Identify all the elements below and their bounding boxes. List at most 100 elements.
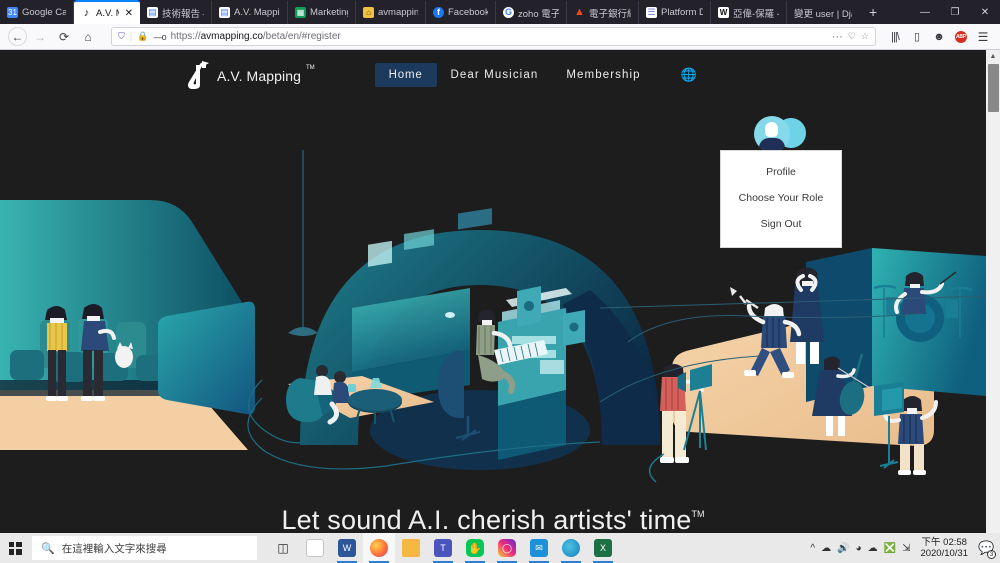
nav-item-membership[interactable]: Membership	[552, 63, 654, 87]
taskbar-app-excel[interactable]: X	[587, 533, 619, 563]
sidebar-icon[interactable]: ▯	[906, 27, 928, 47]
nav-item-dear-musician[interactable]: Dear Musician	[437, 63, 553, 87]
maximize-button[interactable]: ❐	[940, 0, 970, 24]
file-explorer-icon	[402, 539, 420, 557]
browser-toolbar-right: |||\ ▯ ☻ ABP ☰	[884, 27, 994, 47]
tab-title: A.V. Map	[96, 7, 119, 19]
close-button[interactable]: ✕	[970, 0, 1000, 24]
new-tab-button[interactable]: +	[859, 1, 887, 24]
user-avatar[interactable]	[754, 116, 810, 152]
scrollbar-thumb[interactable]	[988, 64, 999, 112]
taskbar-app-word[interactable]: W	[331, 533, 363, 563]
speaker-icon[interactable]: 🔊	[837, 543, 849, 554]
permissions-icon[interactable]: —o	[154, 32, 167, 42]
minimize-button[interactable]: —	[910, 0, 940, 24]
triangle-icon: ▲	[574, 7, 585, 18]
lock-icon[interactable]: 🔒	[137, 31, 148, 42]
reload-icon: ⟳	[58, 29, 70, 44]
browser-tab[interactable]: G zoho 電子郵	[496, 1, 567, 24]
browser-tab[interactable]: ▤ A.V. Mappin	[212, 1, 288, 24]
taskbar-app-mail[interactable]: ✉	[523, 533, 555, 563]
taskbar-clock[interactable]: 下午 02:58 2020/10/31	[916, 537, 972, 560]
doc-icon: ▤	[147, 7, 158, 18]
search-placeholder: 在這裡輸入文字來搜尋	[61, 542, 167, 555]
taskbar-app-file-explorer[interactable]	[395, 533, 427, 563]
taskbar-app-firefox[interactable]	[363, 533, 395, 563]
menu-item-sign-out[interactable]: Sign Out	[721, 211, 841, 237]
teams-icon: T	[434, 539, 452, 557]
tab-title: 亞偉-保羅 -	[733, 8, 779, 20]
shield-icon[interactable]: ⛉	[118, 31, 125, 42]
back-button[interactable]: ←	[8, 27, 27, 46]
browser-tab[interactable]: ☰ Platform De	[639, 1, 711, 24]
hero-illustration	[0, 50, 986, 533]
clock-time: 下午 02:58	[921, 536, 967, 548]
user-menu-dropdown: Profile Choose Your Role Sign Out	[720, 150, 842, 248]
menu-item-profile[interactable]: Profile	[721, 159, 841, 185]
hero-tagline: Let sound A.I. cherish artists' timeTM	[0, 505, 986, 533]
task-view-button[interactable]: ◫	[267, 533, 299, 563]
start-button[interactable]	[0, 533, 30, 563]
site-logo[interactable]: A.V. Mapping TM	[186, 59, 315, 91]
browser-tab[interactable]: ▦ Marketing T	[288, 1, 356, 24]
app-menu-button[interactable]: ☰	[972, 27, 994, 47]
clock-date: 2020/10/31	[920, 548, 968, 559]
line-icon: ✋	[466, 539, 484, 557]
tab-title: A.V. Mappin	[234, 7, 280, 18]
system-tray: ^ ☁ 🔊 ◕ ☁ ❎ ⇲ 下午 02:58 2020/10/31 💬 3	[810, 537, 1000, 560]
onedrive-icon[interactable]: ☁	[821, 543, 831, 554]
tab-title: 技術報告 – F	[162, 8, 204, 20]
browser-tab[interactable]: f Facebook	[426, 1, 496, 24]
avatar-head-shape	[765, 122, 778, 137]
notification-count-badge: 3	[987, 550, 996, 559]
forward-button[interactable]: →	[29, 27, 51, 47]
taskbar-app-instagram[interactable]: ◯	[491, 533, 523, 563]
page-scrollbar[interactable]: ▲	[986, 50, 1000, 533]
tablet-mode-icon[interactable]: ⇲	[902, 543, 910, 554]
url-text: https://avmapping.co/beta/en/#register	[171, 31, 341, 42]
browser-tab[interactable]: ▤ 技術報告 – F	[140, 1, 212, 24]
browser-tab[interactable]: 變更 user | Djang	[787, 1, 859, 24]
taskbar-app-line[interactable]: ✋	[459, 533, 491, 563]
globe-icon[interactable]: 🌐	[681, 67, 697, 83]
home-button[interactable]: ⌂	[77, 27, 99, 47]
reload-button[interactable]: ⟳	[53, 27, 75, 47]
taskbar-app-edge[interactable]	[555, 533, 587, 563]
tray-chevron-icon[interactable]: ^	[810, 543, 815, 554]
cancel-icon[interactable]: ❎	[884, 543, 896, 554]
tab-title: Marketing T	[310, 7, 348, 18]
account-icon[interactable]: ☻	[928, 27, 950, 47]
notification-center-button[interactable]: 💬 3	[978, 540, 996, 559]
website-content: A.V. Mapping TM Home Dear Musician Membe…	[0, 50, 986, 533]
edge-icon	[562, 539, 580, 557]
search-icon: 🔍	[41, 542, 55, 555]
menu-item-choose-your-role[interactable]: Choose Your Role	[721, 185, 841, 211]
browser-tab[interactable]: ▲ 電子銀行網]	[567, 1, 639, 24]
taskbar-app-teams[interactable]: T	[427, 533, 459, 563]
adblock-plus-icon[interactable]: ABP	[950, 27, 972, 47]
window-controls: — ❐ ✕	[910, 0, 1000, 24]
excel-icon: X	[594, 539, 612, 557]
home-icon: ⌂	[84, 29, 92, 44]
browser-tab[interactable]: W 亞偉-保羅 -	[711, 1, 787, 24]
cloud-icon[interactable]: ☁	[868, 543, 878, 554]
tab-title: 變更 user | Djang	[794, 8, 852, 20]
windows-start-icon	[8, 541, 22, 555]
back-arrow-icon: ←	[11, 29, 24, 44]
scroll-up-arrow-icon[interactable]: ▲	[986, 50, 1000, 63]
address-bar[interactable]: ⛉ | 🔒 —o https://avmapping.co/beta/en/#r…	[111, 27, 876, 46]
bookmark-star-icon[interactable]: ☆	[861, 31, 869, 42]
wifi-icon[interactable]: ◕	[856, 543, 862, 554]
tab-title: 電子銀行網]	[589, 8, 631, 20]
taskbar-search-box[interactable]: 🔍 在這裡輸入文字來搜尋	[32, 536, 257, 560]
adblock-badge: ABP	[955, 30, 967, 43]
nav-item-home[interactable]: Home	[374, 63, 437, 87]
browser-tab[interactable]: ⌂ avmapping	[356, 1, 426, 24]
page-actions-icon[interactable]: ···	[832, 31, 843, 43]
browser-tab[interactable]: 31 Google Cale	[0, 1, 74, 24]
taskbar-app-notepad[interactable]	[299, 533, 331, 563]
pocket-icon[interactable]: ♡	[848, 31, 856, 42]
library-icon[interactable]: |||\	[884, 27, 906, 47]
tab-close-icon[interactable]: ✕	[125, 8, 133, 19]
browser-tab-active[interactable]: ♪ A.V. Map ✕	[74, 0, 140, 24]
